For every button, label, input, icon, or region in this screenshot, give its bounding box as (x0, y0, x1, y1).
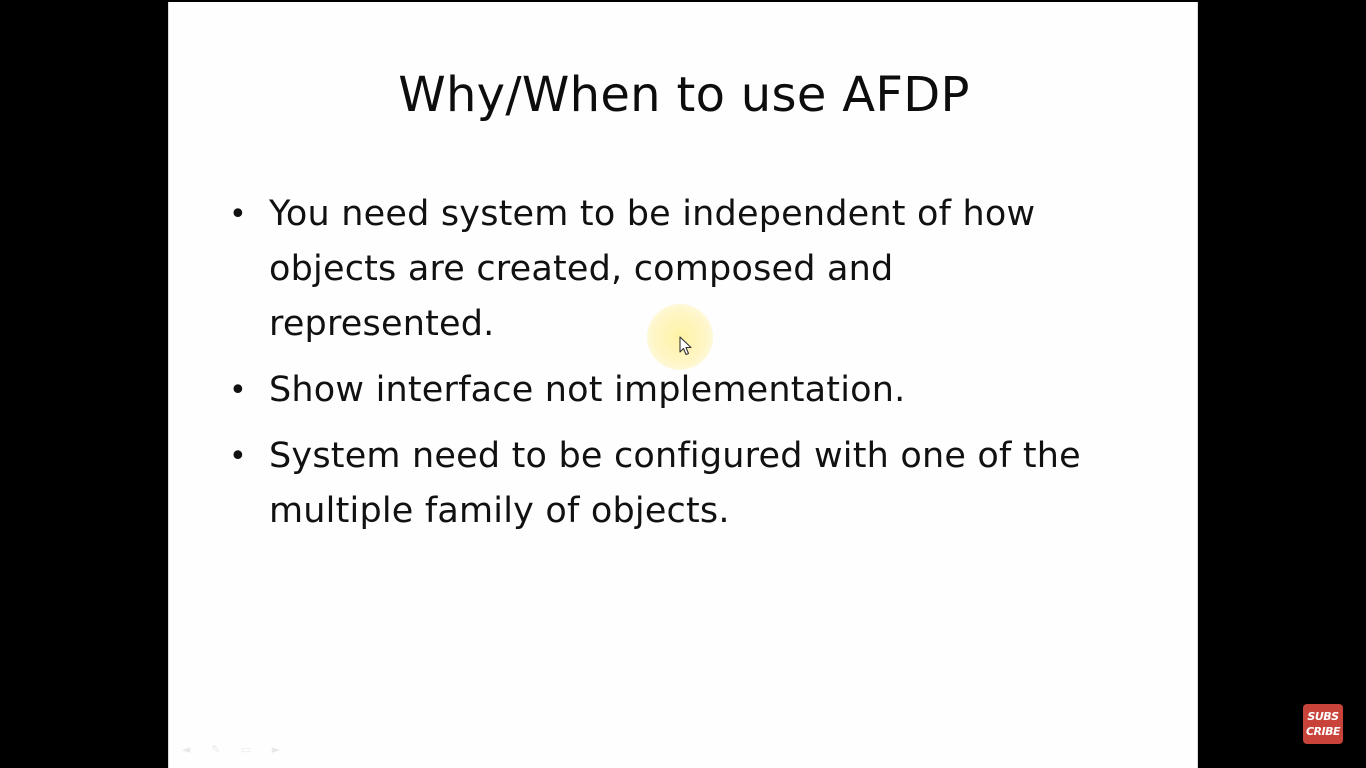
bullet-item-2: • Show interface not implementation. (229, 363, 1129, 418)
bullet-text-2: Show interface not implementation. (269, 370, 906, 410)
presentation-slide: Why/When to use AFDP • You need system t… (168, 2, 1198, 768)
bullet-dot-icon: • (229, 197, 247, 232)
slide-next-icon[interactable]: ► (267, 744, 285, 756)
bullet-text-3: System need to be configured with one of… (269, 436, 1081, 531)
bullet-dot-icon: • (229, 439, 247, 474)
mouse-pointer-icon (679, 336, 692, 356)
slide-pen-icon[interactable]: ✎ (207, 744, 225, 756)
subscribe-label-line1: SUBS (1307, 710, 1339, 723)
slide-title: Why/When to use AFDP (398, 67, 970, 123)
subscribe-watermark-button[interactable]: SUBS CRIBE (1303, 704, 1343, 744)
subscribe-label-line2: CRIBE (1305, 725, 1341, 738)
slide-show-toolbar[interactable]: ◄ ✎ ▭ ► (177, 744, 285, 760)
slide-prev-icon[interactable]: ◄ (177, 744, 195, 756)
bullet-dot-icon: • (229, 373, 247, 408)
bullet-item-3: • System need to be configured with one … (229, 429, 1129, 539)
video-viewport: Why/When to use AFDP • You need system t… (0, 0, 1366, 768)
slide-menu-icon[interactable]: ▭ (237, 744, 255, 756)
